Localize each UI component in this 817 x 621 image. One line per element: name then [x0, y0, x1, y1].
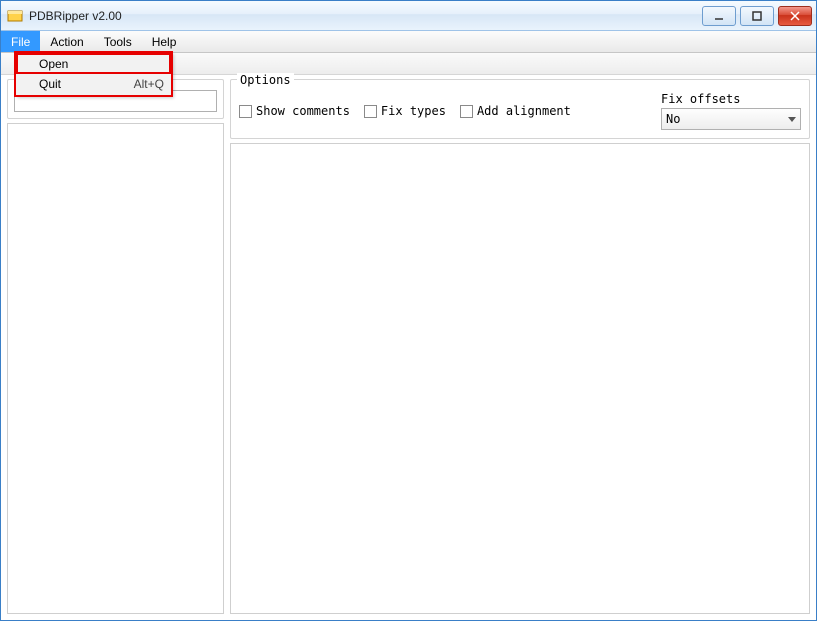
chevron-down-icon	[788, 117, 796, 122]
checkbox-box-icon	[460, 105, 473, 118]
app-window: PDBRipper v2.00 File Action Tools Help O…	[0, 0, 817, 621]
checkbox-add-alignment-label: Add alignment	[477, 104, 571, 118]
output-textarea[interactable]	[230, 143, 810, 614]
window-title: PDBRipper v2.00	[29, 9, 702, 23]
results-list[interactable]	[7, 123, 224, 614]
options-group: Options Show comments Fix types Add alig…	[230, 79, 810, 139]
menu-item-open[interactable]: Open	[17, 54, 170, 74]
menu-tools[interactable]: Tools	[94, 31, 142, 52]
fix-offsets-label: Fix offsets	[661, 92, 801, 106]
checkbox-fix-types[interactable]: Fix types	[364, 104, 446, 118]
options-label: Options	[237, 73, 294, 87]
fix-offsets-value: No	[666, 112, 680, 126]
left-pane: Search	[7, 79, 224, 614]
close-button[interactable]	[778, 6, 812, 26]
menu-file[interactable]: File	[1, 31, 40, 52]
menu-item-quit-shortcut: Alt+Q	[134, 77, 164, 91]
menu-action[interactable]: Action	[40, 31, 93, 52]
menu-item-quit[interactable]: Quit Alt+Q	[17, 74, 170, 94]
checkbox-show-comments[interactable]: Show comments	[239, 104, 350, 118]
app-icon	[7, 8, 23, 24]
titlebar: PDBRipper v2.00	[1, 1, 816, 31]
menu-item-open-label: Open	[39, 57, 68, 71]
fix-offsets-combobox[interactable]: No	[661, 108, 801, 130]
menu-item-quit-label: Quit	[39, 77, 61, 91]
menubar: File Action Tools Help	[1, 31, 816, 53]
maximize-button[interactable]	[740, 6, 774, 26]
checkbox-add-alignment[interactable]: Add alignment	[460, 104, 571, 118]
checkbox-box-icon	[364, 105, 377, 118]
checkbox-show-comments-label: Show comments	[256, 104, 350, 118]
file-menu-dropdown: Open Quit Alt+Q	[15, 52, 172, 96]
right-pane: Options Show comments Fix types Add alig…	[230, 79, 810, 614]
client-area: Search Options Show comments Fix types	[1, 75, 816, 620]
menu-help[interactable]: Help	[142, 31, 187, 52]
checkbox-box-icon	[239, 105, 252, 118]
window-controls	[702, 6, 812, 26]
checkbox-fix-types-label: Fix types	[381, 104, 446, 118]
fix-offsets-block: Fix offsets No	[661, 92, 801, 130]
minimize-button[interactable]	[702, 6, 736, 26]
